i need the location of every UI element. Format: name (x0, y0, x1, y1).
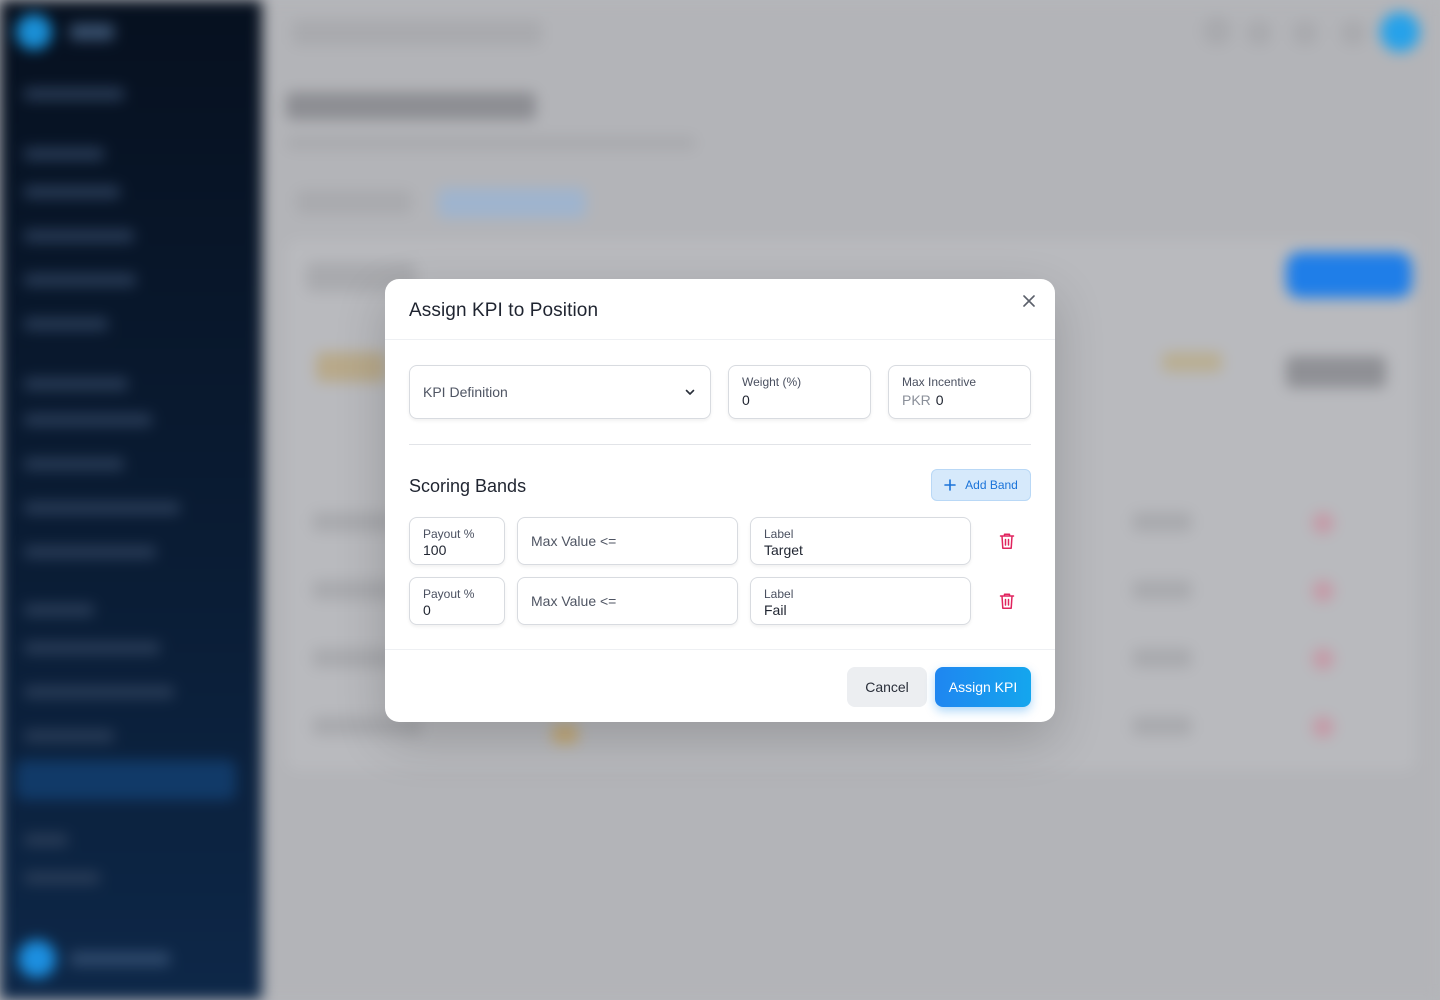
dialog-header: Assign KPI to Position (385, 279, 1055, 340)
sidebar-item (24, 230, 134, 242)
tab (296, 190, 412, 214)
add-band-label: Add Band (965, 478, 1018, 492)
grid-icon (1340, 20, 1366, 46)
sidebar-item (24, 186, 120, 198)
page-subtitle (286, 136, 696, 150)
band-label-caption: Label (764, 587, 794, 601)
max-incentive-field[interactable]: Max Incentive PKR 0 (888, 365, 1031, 419)
logo (16, 14, 52, 50)
sidebar-item (24, 686, 174, 698)
band-payout-value[interactable]: 100 (423, 542, 503, 558)
delete-band-button[interactable] (994, 528, 1020, 554)
chevron-down-icon (685, 389, 695, 395)
max-incentive-value[interactable]: 0 (936, 392, 944, 408)
sidebar-item-active (16, 760, 236, 800)
delete-band-button[interactable] (994, 588, 1020, 614)
page-title (286, 92, 536, 120)
table-cell (1132, 648, 1192, 668)
avatar (1380, 12, 1420, 52)
sidebar-item (24, 730, 114, 742)
currency-prefix: PKR (902, 392, 931, 408)
badge (552, 724, 578, 744)
weight-value[interactable]: 0 (742, 392, 862, 408)
trash-icon (999, 533, 1015, 549)
sidebar-item (24, 458, 124, 470)
max-incentive-label: Max Incentive (902, 375, 977, 389)
sidebar-item (24, 502, 180, 514)
band-label-caption: Label (764, 527, 794, 541)
button (1286, 356, 1386, 388)
kpi-definition-placeholder: KPI Definition (423, 384, 508, 400)
max-incentive-value-row: PKR 0 (902, 392, 1022, 408)
band-max-placeholder: Max Value <= (531, 533, 617, 549)
sidebar-item (24, 274, 136, 286)
band-max-value-field[interactable]: Max Value <= (517, 517, 738, 565)
assign-kpi-dialog: Assign KPI to Position KPI Definition We… (385, 279, 1055, 722)
table-row (312, 512, 392, 532)
sidebar-item (24, 546, 156, 558)
cancel-button[interactable]: Cancel (847, 667, 927, 707)
dialog-title: Assign KPI to Position (409, 300, 599, 321)
table-cell (1132, 716, 1192, 736)
band-label-value[interactable]: Target (764, 542, 950, 558)
scoring-bands-title: Scoring Bands (409, 476, 527, 496)
close-button[interactable] (1019, 291, 1039, 311)
add-band-button[interactable]: Add Band (931, 469, 1031, 501)
close-icon (1023, 295, 1035, 307)
band-label-field[interactable]: Label Target (750, 517, 971, 565)
trash-icon (1312, 716, 1334, 738)
weight-field[interactable]: Weight (%) 0 (728, 365, 871, 419)
primary-action (1286, 252, 1412, 298)
plus-icon (944, 479, 956, 491)
tab-active (438, 188, 586, 218)
assign-kpi-button[interactable]: Assign KPI (935, 667, 1031, 707)
help-icon (1246, 20, 1272, 46)
sidebar (0, 0, 262, 1000)
trash-icon (999, 593, 1015, 609)
trash-icon (1312, 512, 1334, 534)
badge (1162, 352, 1222, 372)
band-payout-field[interactable]: Payout % 0 (409, 577, 505, 625)
search-bar (292, 20, 542, 46)
dialog-footer: Cancel Assign KPI (385, 649, 1055, 722)
bell-icon (1202, 16, 1232, 46)
user-name (70, 952, 170, 966)
band-payout-label: Payout % (423, 587, 475, 601)
sidebar-item (24, 604, 94, 616)
section-divider (409, 444, 1031, 445)
table-cell (1132, 580, 1192, 600)
band-label-value[interactable]: Fail (764, 602, 950, 618)
table-row (312, 580, 392, 600)
sidebar-item (24, 378, 128, 390)
band-payout-label: Payout % (423, 527, 475, 541)
band-max-placeholder: Max Value <= (531, 593, 617, 609)
badge (316, 352, 386, 382)
sidebar-item (24, 414, 152, 426)
band-max-value-field[interactable]: Max Value <= (517, 577, 738, 625)
sidebar-item (24, 834, 68, 846)
logo-text (70, 24, 114, 40)
trash-icon (1312, 648, 1334, 670)
sidebar-item (24, 872, 100, 884)
sidebar-item (24, 642, 160, 654)
table-cell (1132, 512, 1192, 532)
avatar (18, 940, 56, 978)
band-payout-field[interactable]: Payout % 100 (409, 517, 505, 565)
kpi-definition-select[interactable]: KPI Definition (409, 365, 711, 419)
trash-icon (1312, 580, 1334, 602)
table-row (312, 648, 392, 668)
band-label-field[interactable]: Label Fail (750, 577, 971, 625)
settings-icon (1292, 20, 1318, 46)
sidebar-item (24, 148, 104, 160)
sidebar-item (24, 88, 124, 100)
band-payout-value[interactable]: 0 (423, 602, 503, 618)
sidebar-item (24, 318, 108, 330)
weight-label: Weight (%) (742, 375, 802, 389)
